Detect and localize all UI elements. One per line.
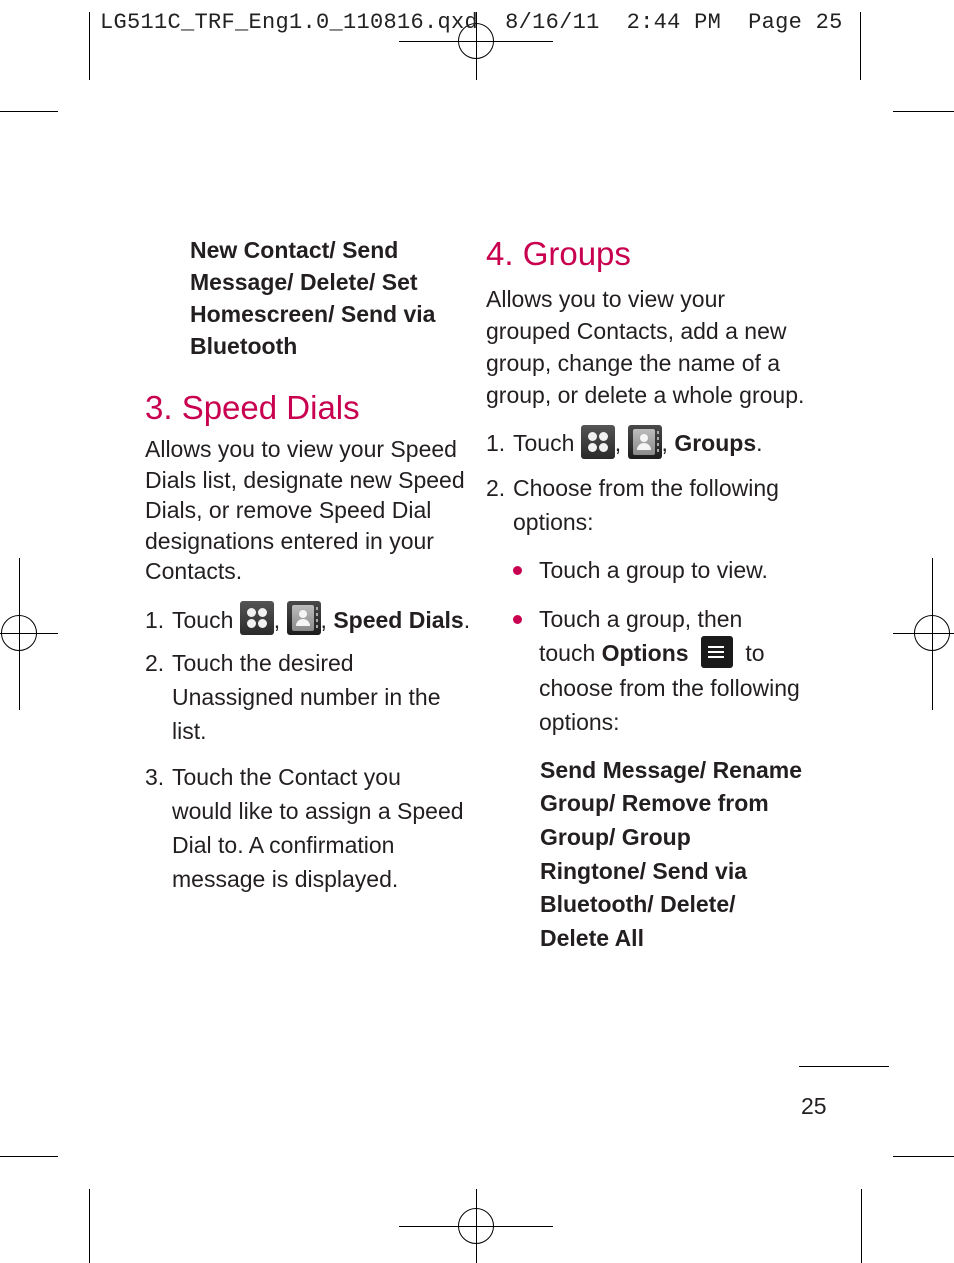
intro-line: Contacts. xyxy=(145,558,243,584)
step-text: list. xyxy=(172,718,207,745)
groups-label: Groups xyxy=(674,430,757,456)
intro-line: Allows you to view your Speed xyxy=(145,436,457,462)
speed-dials-label: Speed Dials xyxy=(333,606,464,633)
step-text: Choose from the following xyxy=(513,474,779,501)
options-label: Options xyxy=(601,639,689,666)
bullet-text: choose from the following xyxy=(539,674,800,701)
intro-line: Allows you to view your xyxy=(486,286,726,312)
step-number: 1. xyxy=(486,430,506,456)
menu-icon xyxy=(700,635,733,668)
registration-circle xyxy=(1,615,37,651)
option-line: Message/ Delete/ Set xyxy=(190,269,418,295)
registration-circle xyxy=(914,615,950,651)
step-number: 3. xyxy=(145,764,165,791)
option-line: Bluetooth/ Delete/ xyxy=(540,891,736,918)
bullet-text: options: xyxy=(539,708,620,735)
bullet-text: touch xyxy=(539,639,596,666)
option-line: New Contact/ Send xyxy=(190,237,399,263)
option-line: Group/ Remove from xyxy=(540,790,769,817)
apps-icon xyxy=(239,601,274,636)
separator: , xyxy=(661,430,668,456)
crop-mark xyxy=(89,1189,90,1263)
step-text: Touch xyxy=(513,430,575,456)
period: . xyxy=(463,606,471,633)
option-line: Bluetooth xyxy=(190,333,298,359)
group-options-list: Send Message/ Rename Group/ Remove from … xyxy=(486,754,816,956)
option-line: Group/ Group xyxy=(540,824,691,851)
step-1: 1. Touch , , Groups. xyxy=(486,424,816,462)
intro-line: designations entered in your xyxy=(145,527,434,554)
step-text: options: xyxy=(513,508,594,535)
intro-line: group, change the name of a xyxy=(486,350,781,376)
page-number: 25 xyxy=(801,1093,827,1119)
option-line: Send Message/ Rename xyxy=(540,756,803,783)
speed-dials-intro: Allows you to view your Speed Dials list… xyxy=(145,434,465,587)
crop-mark xyxy=(860,12,861,80)
option-line: Homescreen/ Send via xyxy=(190,301,436,327)
bullet-item: Touch a group, then touch Options to cho… xyxy=(513,602,816,739)
step-number: 2. xyxy=(486,474,506,501)
step-text: Dial to. A confirmation xyxy=(172,832,395,859)
contacts-icon xyxy=(627,424,662,459)
step-text: message is displayed. xyxy=(172,866,399,893)
bullet-dot-icon xyxy=(513,614,522,624)
step-text: Touch xyxy=(172,606,234,633)
bullet-text: Touch a group, then xyxy=(539,605,743,632)
bullet-text: Touch a group to view. xyxy=(539,556,768,583)
step-1: 1. Touch , , Speed Dials. xyxy=(145,601,470,639)
step-text: would like to assign a Speed xyxy=(172,798,464,825)
bullet-text: to xyxy=(745,639,765,666)
crop-mark xyxy=(893,111,954,112)
bullet-item: Touch a group to view. xyxy=(513,553,816,587)
registration-circle xyxy=(458,1208,494,1244)
bullet-dot-icon xyxy=(513,565,522,575)
left-column: New Contact/ Send Message/ Delete/ Set H… xyxy=(145,234,470,896)
print-slug: LG511C_TRF_Eng1.0_110816.qxd 8/16/11 2:4… xyxy=(100,10,843,35)
crop-mark xyxy=(861,1189,862,1263)
intro-line: Dials, or remove Speed Dial xyxy=(145,497,432,523)
intro-line: group, or delete a whole group. xyxy=(486,382,805,408)
bullet-list: Touch a group to view. Touch a group, th… xyxy=(486,553,816,739)
step-2: 2. Touch the desired Unassigned number in… xyxy=(145,646,465,748)
step-text: Touch the Contact you xyxy=(172,764,401,791)
crop-mark xyxy=(0,1156,58,1157)
step-text: Unassigned number in the xyxy=(172,684,441,711)
step-2: 2. Choose from the following options: xyxy=(486,471,816,539)
crop-mark xyxy=(893,1156,954,1157)
step-number: 1. xyxy=(145,606,165,633)
step-number: 2. xyxy=(145,650,165,677)
right-column: 4. Groups Allows you to view your groupe… xyxy=(486,234,816,955)
contact-options-list: New Contact/ Send Message/ Delete/ Set H… xyxy=(145,234,465,362)
contacts-icon xyxy=(286,601,321,636)
intro-line: Dials list, designate new Speed xyxy=(145,466,465,493)
section-title-groups: 4. Groups xyxy=(486,235,631,272)
separator: , xyxy=(320,606,327,633)
crop-mark xyxy=(89,12,90,80)
section-title-speed-dials: 3. Speed Dials xyxy=(145,389,360,426)
apps-icon xyxy=(580,424,615,459)
option-line: Ringtone/ Send via xyxy=(540,857,748,884)
intro-line: grouped Contacts, add a new xyxy=(486,318,787,344)
groups-intro: Allows you to view your grouped Contacts… xyxy=(486,283,816,411)
period: . xyxy=(756,430,763,456)
footer-rule xyxy=(799,1066,889,1067)
separator: , xyxy=(273,606,281,633)
step-text: Touch the desired xyxy=(172,650,354,677)
option-line: Delete All xyxy=(540,924,644,951)
crop-mark xyxy=(0,111,58,112)
step-3: 3. Touch the Contact you would like to as… xyxy=(145,760,465,896)
separator: , xyxy=(614,430,622,456)
